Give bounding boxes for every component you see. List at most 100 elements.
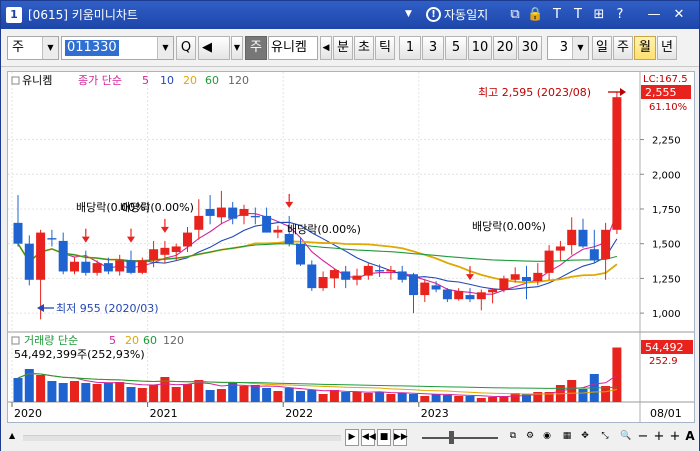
volume-legend-label: 거래량 단순 — [24, 334, 78, 347]
candle-body — [47, 238, 57, 240]
volume-bar — [36, 375, 46, 402]
speed-slider-handle[interactable] — [449, 431, 454, 444]
play-icon[interactable]: ▶ — [345, 429, 359, 446]
candle-body — [341, 271, 351, 280]
window-number[interactable]: 1 — [6, 7, 22, 23]
rewind-icon[interactable]: ◀◀ — [361, 429, 376, 446]
stop-icon[interactable]: ■ — [377, 429, 391, 446]
restore-icon[interactable]: ⧉ — [507, 6, 523, 23]
span-year-button[interactable]: 년 — [657, 36, 677, 60]
minimize-icon[interactable]: — — [646, 6, 662, 23]
chart-svg[interactable]: 유니켐 종가 단순 5 10 20 60 120 거래량 단순 5 20 60 … — [8, 72, 694, 422]
scroll-track[interactable] — [23, 435, 341, 441]
x-tick-label: 2021 — [150, 407, 178, 420]
period-minute-button[interactable]: 분 — [333, 36, 353, 60]
speed-slider[interactable] — [422, 437, 498, 439]
chevron-down-icon[interactable]: ▼ — [42, 37, 58, 59]
interval-1-button[interactable]: 1 — [399, 36, 421, 60]
candle-body — [612, 97, 622, 230]
bottom-bar: ▲ ▶ ◀◀ ■ ▶▶ ⧉ ⚙ ◉ ▦ ✥ ⤡ 🔍 − + + A — [1, 425, 699, 451]
text-icon[interactable]: T — [570, 6, 586, 23]
dividend-label-2: 배당락(0.00%) — [120, 201, 194, 214]
volume-bar — [318, 394, 328, 402]
candle-body — [397, 271, 407, 280]
forward-icon[interactable]: ▶▶ — [393, 429, 408, 446]
volume-legend-ma5: 5 — [109, 334, 116, 347]
eye-icon[interactable]: ◉ — [540, 429, 554, 446]
candle-body — [533, 272, 543, 282]
volume-bar — [149, 385, 159, 402]
volume-bar — [262, 388, 272, 402]
volume-bar — [476, 398, 486, 402]
interval-3-button[interactable]: 3 — [422, 36, 444, 60]
period-tick-button[interactable]: 틱 — [375, 36, 395, 60]
volume-bar — [431, 394, 441, 402]
volume-bar — [307, 390, 317, 402]
close-icon[interactable]: ✕ — [671, 6, 687, 23]
last-price-label: 2,555 — [645, 86, 677, 99]
pin-icon[interactable]: T — [549, 6, 565, 23]
interval-10-button[interactable]: 10 — [468, 36, 492, 60]
candle-body — [442, 289, 452, 300]
volume-value-text: 54,492,399주(252,93%) — [14, 348, 145, 361]
title-dropdown-icon[interactable]: ▼ — [405, 9, 412, 19]
zoom-out-icon[interactable]: − — [637, 429, 649, 446]
volume-bar — [216, 389, 226, 402]
speaker-glyph: ◀ — [202, 40, 212, 55]
info-icon[interactable]: ! — [426, 7, 441, 22]
chevron-down-icon[interactable]: ▼ — [572, 37, 588, 59]
volume-bar — [250, 385, 260, 402]
zoom-fit-icon[interactable]: + — [653, 429, 665, 446]
help-icon[interactable]: ? — [612, 6, 628, 23]
auto-scale-icon[interactable]: A — [684, 429, 696, 446]
zoom-in-icon[interactable]: + — [669, 429, 681, 446]
speaker-icon[interactable]: ◀ — [198, 36, 230, 60]
candle-body — [307, 264, 317, 289]
lock-icon[interactable]: 🔒 — [527, 6, 543, 23]
span-month-button[interactable]: 월 — [634, 36, 656, 60]
candle-body — [194, 215, 204, 230]
interval-5-button[interactable]: 5 — [445, 36, 467, 60]
candle-body — [126, 260, 136, 273]
price-tick-label: 1,750 — [652, 205, 681, 216]
candle-body — [420, 282, 430, 296]
period-prev-icon[interactable]: ◀ — [320, 36, 332, 60]
candle-body — [329, 270, 339, 279]
pan-icon[interactable]: ✥ — [578, 429, 592, 446]
span-day-button[interactable]: 일 — [592, 36, 612, 60]
interval-30-button[interactable]: 30 — [518, 36, 542, 60]
candle-body — [375, 270, 385, 272]
scroll-left-icon[interactable]: ▲ — [9, 431, 17, 441]
stock-type-tag[interactable]: 주 — [245, 36, 267, 60]
interval-select[interactable]: 3 ▼ — [547, 36, 589, 60]
volume-bar — [47, 381, 57, 402]
auto-lock-label[interactable]: 자동일지 — [444, 7, 488, 23]
volume-bar — [183, 384, 192, 402]
grid-icon[interactable]: ⊞ — [591, 6, 607, 23]
span-week-button[interactable]: 주 — [613, 36, 633, 60]
market-select[interactable]: 주 ▼ — [7, 36, 59, 60]
settings-icon[interactable]: ⚙ — [523, 429, 537, 446]
chevron-down-icon[interactable]: ▼ — [157, 37, 173, 59]
stock-code-input[interactable]: 011330 ▼ — [61, 36, 174, 60]
speaker-dropdown-icon[interactable]: ▼ — [231, 36, 243, 60]
candle-body — [352, 275, 362, 280]
x-tick-label: 2020 — [14, 407, 42, 420]
period-second-button[interactable]: 초 — [354, 36, 374, 60]
price-tick-label: 1,500 — [652, 240, 681, 251]
legend-ma10: 10 — [160, 74, 174, 87]
volume-bar — [126, 387, 136, 402]
expand-icon[interactable]: ⤡ — [598, 429, 612, 446]
panel-icon[interactable]: ▦ — [560, 429, 574, 446]
volume-bar — [465, 396, 475, 402]
lc-label: LC:167.5 — [643, 74, 688, 85]
copy-icon[interactable]: ⧉ — [506, 429, 520, 446]
candle-body — [431, 285, 441, 290]
search-icon[interactable]: Q — [176, 36, 196, 60]
zoom-icon[interactable]: 🔍 — [619, 429, 633, 446]
chart-area[interactable]: 유니켐 종가 단순 5 10 20 60 120 거래량 단순 5 20 60 … — [7, 71, 695, 423]
interval-20-button[interactable]: 20 — [493, 36, 517, 60]
candle-body — [454, 290, 464, 300]
candle-body — [115, 260, 125, 272]
volume-bar — [115, 382, 125, 402]
